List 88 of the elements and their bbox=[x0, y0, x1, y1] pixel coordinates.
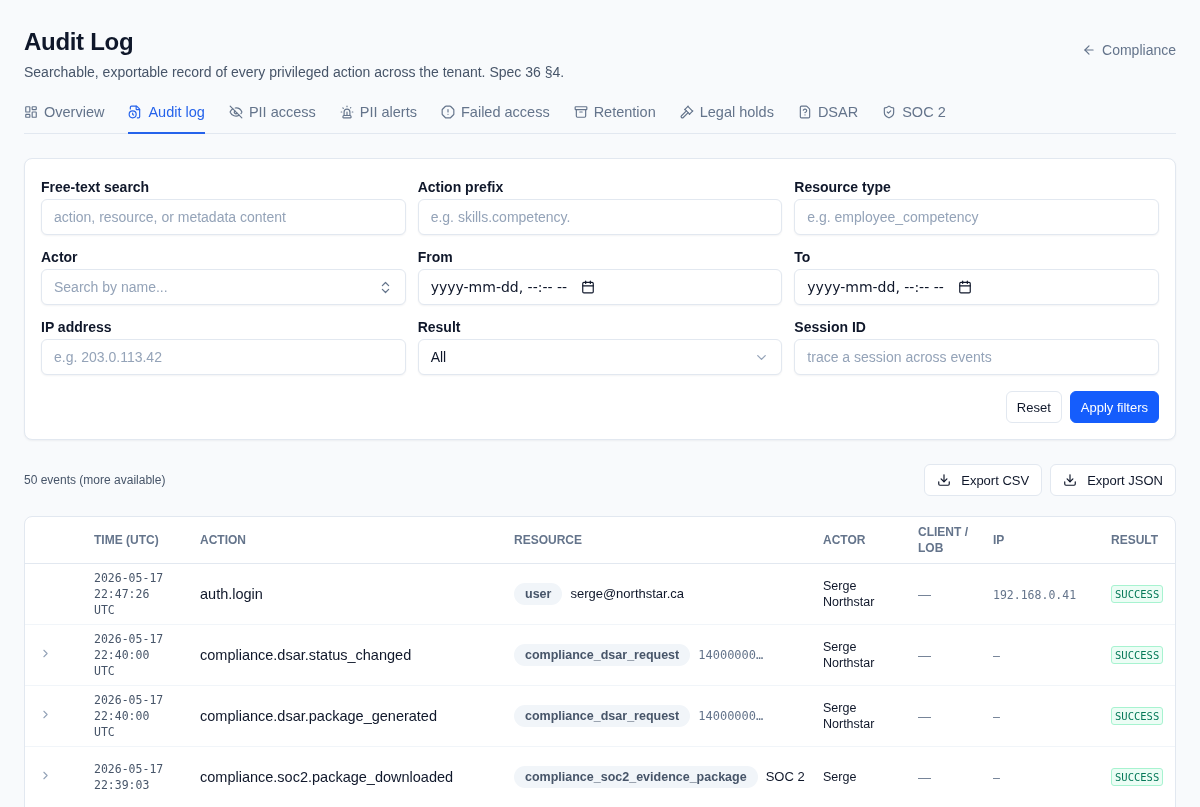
event-time: 2026-05-17 22:47:26 UTC bbox=[94, 569, 165, 618]
text-input[interactable]: e.g. 203.0.113.42 bbox=[41, 339, 406, 375]
event-count: 50 events (more available) bbox=[24, 473, 166, 487]
action-name: compliance.dsar.status_changed bbox=[200, 646, 412, 663]
column-header: RESOURCE bbox=[506, 517, 815, 563]
column-header: ACTOR bbox=[815, 517, 910, 563]
tab[interactable]: Overview bbox=[24, 98, 105, 134]
result-badge: SUCCESS bbox=[1111, 706, 1164, 725]
result-badge: SUCCESS bbox=[1111, 767, 1164, 786]
octagon-alert-icon bbox=[441, 105, 455, 119]
result-badge: SUCCESS bbox=[1111, 584, 1164, 603]
tab[interactable]: SOC 2 bbox=[882, 98, 946, 134]
result-badge: SUCCESS bbox=[1111, 645, 1164, 664]
field-label: Actor bbox=[41, 249, 79, 265]
resource-id: 14000000… bbox=[698, 647, 764, 662]
date-input[interactable]: yyyy-mm-dd, --:-- -- bbox=[794, 269, 1159, 305]
column-header: IP bbox=[985, 517, 1103, 563]
action-name: compliance.soc2.package_downloaded bbox=[200, 768, 454, 785]
resource-id: 14000000… bbox=[698, 708, 764, 723]
calendar-icon bbox=[957, 280, 972, 294]
actor-name: Serge Northstar bbox=[823, 577, 876, 610]
tab[interactable]: Retention bbox=[573, 98, 656, 134]
siren-icon bbox=[339, 105, 354, 119]
actor-name: Serge bbox=[823, 768, 858, 785]
field-label: Action prefix bbox=[417, 179, 505, 195]
event-time: 2026-05-17 22:40:00 UTC bbox=[94, 630, 165, 679]
result-select[interactable]: All bbox=[417, 339, 783, 375]
archive-icon bbox=[573, 105, 588, 119]
field-label: Resource type bbox=[794, 179, 892, 195]
resource-type-tag: compliance_dsar_request bbox=[514, 704, 691, 727]
page-subtitle: Searchable, exportable record of every privileged action across the tenant. Spec 36 §4. bbox=[24, 64, 565, 80]
action-name: compliance.dsar.package_generated bbox=[200, 707, 437, 724]
text-input[interactable]: trace a session across events bbox=[794, 339, 1159, 375]
tab[interactable]: PII access bbox=[228, 98, 316, 134]
ip-address: – bbox=[993, 648, 1000, 663]
client-value: — bbox=[918, 647, 931, 663]
export-button[interactable]: Export JSON bbox=[1050, 464, 1176, 496]
file-question-icon bbox=[797, 105, 812, 119]
tab[interactable]: Audit log bbox=[128, 98, 205, 134]
event-time: 2026-05-17 22:40:00 UTC bbox=[94, 691, 165, 740]
text-input[interactable]: e.g. skills.competency. bbox=[417, 199, 783, 235]
client-value: — bbox=[918, 586, 931, 602]
tab[interactable]: Legal holds bbox=[679, 98, 774, 134]
date-input[interactable]: yyyy-mm-dd, --:-- -- bbox=[417, 269, 783, 305]
actor-combobox[interactable]: Search by name... bbox=[41, 269, 406, 305]
ip-address: – bbox=[993, 709, 1000, 724]
column-header: TIME (UTC) bbox=[86, 517, 192, 563]
event-time: 2026-05-17 22:39:03 bbox=[94, 760, 165, 793]
field-label: IP address bbox=[41, 319, 113, 335]
resource-type-tag: compliance_soc2_evidence_package bbox=[514, 765, 758, 788]
field-label: To bbox=[794, 249, 812, 265]
tab[interactable]: PII alerts bbox=[339, 98, 417, 134]
field-label: Result bbox=[417, 319, 462, 335]
page-title: Audit Log bbox=[24, 28, 135, 56]
eye-off-icon bbox=[228, 105, 243, 119]
resource-type-tag: user bbox=[514, 582, 563, 605]
column-header: RESULT bbox=[1103, 517, 1175, 563]
export-button[interactable]: Export CSV bbox=[924, 464, 1043, 496]
reset-button[interactable]: Reset bbox=[1005, 391, 1062, 423]
actor-name: Serge Northstar bbox=[823, 638, 876, 671]
action-name: auth.login bbox=[200, 585, 263, 602]
back-link[interactable]: Compliance bbox=[1082, 42, 1176, 58]
calendar-icon bbox=[581, 280, 596, 294]
resource-name: SOC 2 bbox=[765, 769, 805, 784]
shield-check-icon bbox=[882, 105, 897, 119]
resource-type-tag: compliance_dsar_request bbox=[514, 643, 691, 666]
text-input[interactable]: e.g. employee_competency bbox=[794, 199, 1159, 235]
ip-address: – bbox=[993, 770, 1000, 785]
resource-name: serge@northstar.ca bbox=[570, 586, 685, 601]
client-value: — bbox=[918, 708, 931, 724]
apply-button[interactable]: Apply filters bbox=[1069, 391, 1159, 423]
field-label: Free-text search bbox=[41, 179, 151, 195]
gavel-icon bbox=[679, 105, 694, 119]
tab[interactable]: Failed access bbox=[441, 98, 550, 134]
field-label: From bbox=[417, 249, 454, 265]
arrow-left-icon bbox=[1082, 43, 1097, 57]
tab[interactable]: DSAR bbox=[797, 98, 859, 134]
client-value: — bbox=[918, 769, 931, 785]
text-input[interactable]: action, resource, or metadata content bbox=[41, 199, 406, 235]
download-icon bbox=[937, 473, 952, 487]
ip-address: 192.168.0.41 bbox=[993, 587, 1077, 602]
dashboard-icon bbox=[24, 105, 38, 119]
column-header: CLIENT / LOB bbox=[910, 517, 985, 563]
download-icon bbox=[1063, 473, 1078, 487]
actor-name: Serge Northstar bbox=[823, 699, 876, 732]
file-clock-icon bbox=[128, 105, 143, 119]
column-header: ACTION bbox=[192, 517, 506, 563]
field-label: Session ID bbox=[794, 319, 867, 335]
